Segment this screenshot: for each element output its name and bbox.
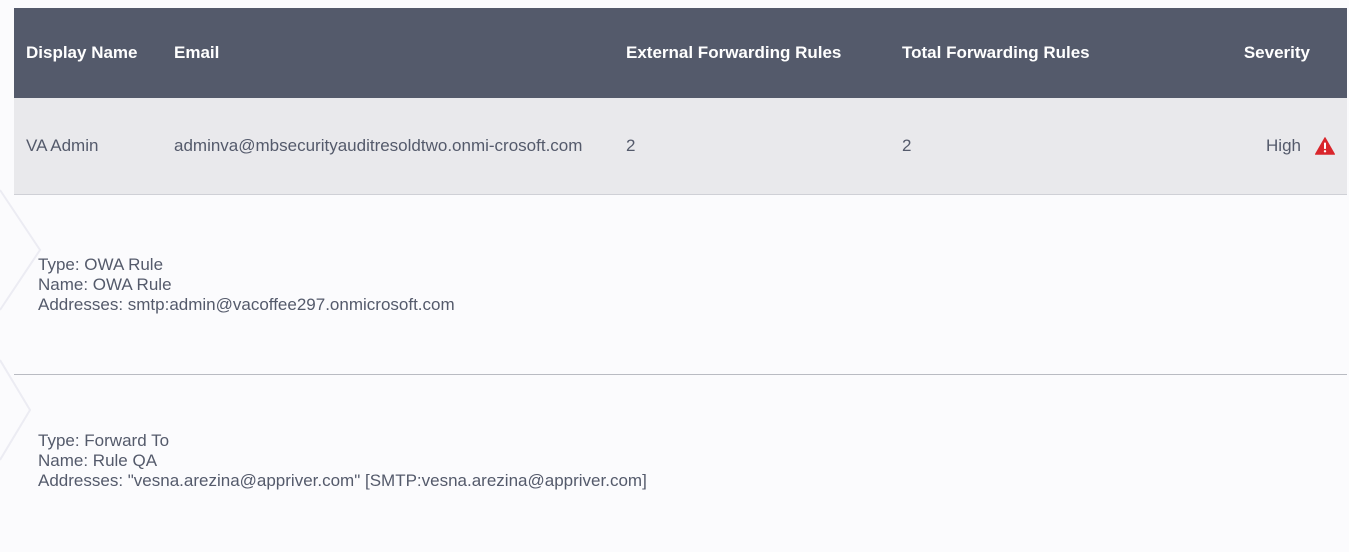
warning-icon bbox=[1315, 137, 1335, 155]
header-total-forwarding-rules: Total Forwarding Rules bbox=[902, 43, 1090, 62]
cell-email: adminva@mbsecurityauditresoldtwo.onmi-cr… bbox=[164, 135, 626, 157]
rule-name: Name: OWA Rule bbox=[38, 275, 172, 294]
rule-type: Type: OWA Rule bbox=[38, 255, 164, 274]
cell-severity: High bbox=[1224, 135, 1347, 157]
header-email: Email bbox=[174, 43, 220, 62]
rule-type: Type: Forward To bbox=[38, 431, 170, 450]
rule-name: Name: Rule QA bbox=[38, 451, 158, 470]
table-row: VA Admin adminva@mbsecurityauditresoldtw… bbox=[14, 98, 1347, 195]
rule-addresses: Addresses: smtp:admin@vacoffee297.onmicr… bbox=[38, 295, 455, 314]
cell-display-name: VA Admin bbox=[26, 136, 99, 155]
header-display-name: Display Name bbox=[26, 43, 138, 62]
rule-block-2: Type: Forward To Name: Rule QA Addresses… bbox=[14, 375, 1347, 552]
cell-external-forwarding-rules: 2 bbox=[626, 136, 636, 155]
cell-email-text: adminva@mbsecurityauditresoldtwo.onmi-cr… bbox=[174, 136, 583, 155]
table-header-row: Display Name Email External Forwarding R… bbox=[14, 8, 1347, 98]
cell-total-forwarding-rules: 2 bbox=[902, 136, 912, 155]
report-page: Display Name Email External Forwarding R… bbox=[0, 0, 1349, 552]
rule-block-1: Type: OWA Rule Name: OWA Rule Addresses:… bbox=[14, 195, 1347, 375]
forwarding-rules-table: Display Name Email External Forwarding R… bbox=[14, 8, 1347, 552]
header-external-forwarding-rules: External Forwarding Rules bbox=[626, 43, 842, 62]
severity-label: High bbox=[1266, 136, 1301, 155]
rule-addresses: Addresses: "vesna.arezina@appriver.com" … bbox=[38, 471, 647, 490]
header-severity: Severity bbox=[1243, 43, 1310, 62]
